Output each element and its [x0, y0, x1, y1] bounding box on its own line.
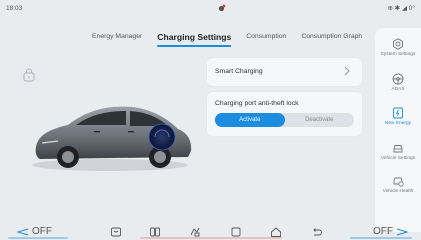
car-health-icon [393, 177, 404, 187]
tab-energy-manager[interactable]: Energy Manager [92, 33, 142, 44]
left-off-label: OFF [32, 226, 52, 237]
tab-bar: Energy Manager Charging Settings Consump… [92, 32, 377, 47]
status-icons: ⊕ ✱ ◢ 0° [387, 5, 415, 12]
right-off-label: OFF [373, 226, 393, 237]
back-icon[interactable] [311, 226, 323, 238]
left-climate-off-button[interactable]: OFF [15, 226, 52, 237]
sidebar-item-label: Vehicle Health [382, 189, 414, 194]
fan-left-icon [16, 228, 29, 235]
tab-consumption[interactable]: Consumption [246, 33, 286, 44]
sidebar-item-label: New Energy [384, 121, 412, 126]
notification-icon[interactable] [218, 4, 226, 12]
sidebar-item-system-settings[interactable]: System Settings [375, 38, 421, 57]
tab-charging-settings[interactable]: Charging Settings [157, 32, 232, 47]
lock-icon [23, 68, 35, 82]
car-illustration [32, 106, 192, 171]
bottom-dock: OFF OFF [0, 224, 421, 240]
right-temp-bar [350, 237, 412, 239]
anti-theft-toggle: Activate Deactivate [215, 113, 354, 127]
battery-icon [393, 107, 403, 119]
sidebar-item-label: System Settings [380, 52, 416, 57]
seat-icon[interactable] [110, 226, 122, 238]
fan-right-icon [396, 228, 409, 235]
sidebar-item-new-energy[interactable]: New Energy [375, 107, 421, 126]
sidebar-item-vehicle-health[interactable]: Vehicle Health [375, 175, 421, 194]
smart-charging-row[interactable]: Smart Charging [207, 58, 362, 86]
gear-icon [393, 38, 403, 50]
center-temp-bar [140, 237, 282, 239]
settings-sidebar: System Settings ADAS New Energy Vehicle … [375, 28, 421, 232]
sidebar-item-label: Vehicle Settings [380, 156, 416, 161]
status-bar: 18:03 ⊕ ✱ ◢ 0° [0, 0, 421, 16]
left-temp-bar [8, 237, 68, 239]
deactivate-option[interactable]: Deactivate [285, 113, 355, 127]
anti-theft-lock-label: Charging port anti-theft lock [215, 100, 299, 107]
right-climate-off-button[interactable]: OFF [373, 226, 410, 237]
car-icon [393, 145, 403, 153]
clock: 18:03 [6, 4, 23, 12]
chevron-right-icon [344, 66, 350, 76]
steering-wheel-icon [392, 73, 404, 85]
sidebar-item-label: ADAS [391, 87, 405, 92]
anti-theft-lock-card: Charging port anti-theft lock Activate D… [207, 92, 362, 136]
smart-charging-label: Smart Charging [215, 68, 263, 75]
sidebar-item-vehicle-settings[interactable]: Vehicle Settings [375, 142, 421, 161]
sidebar-item-adas[interactable]: ADAS [375, 73, 421, 92]
activate-option[interactable]: Activate [215, 113, 285, 127]
tab-consumption-graph[interactable]: Consumption Graph [301, 33, 362, 44]
